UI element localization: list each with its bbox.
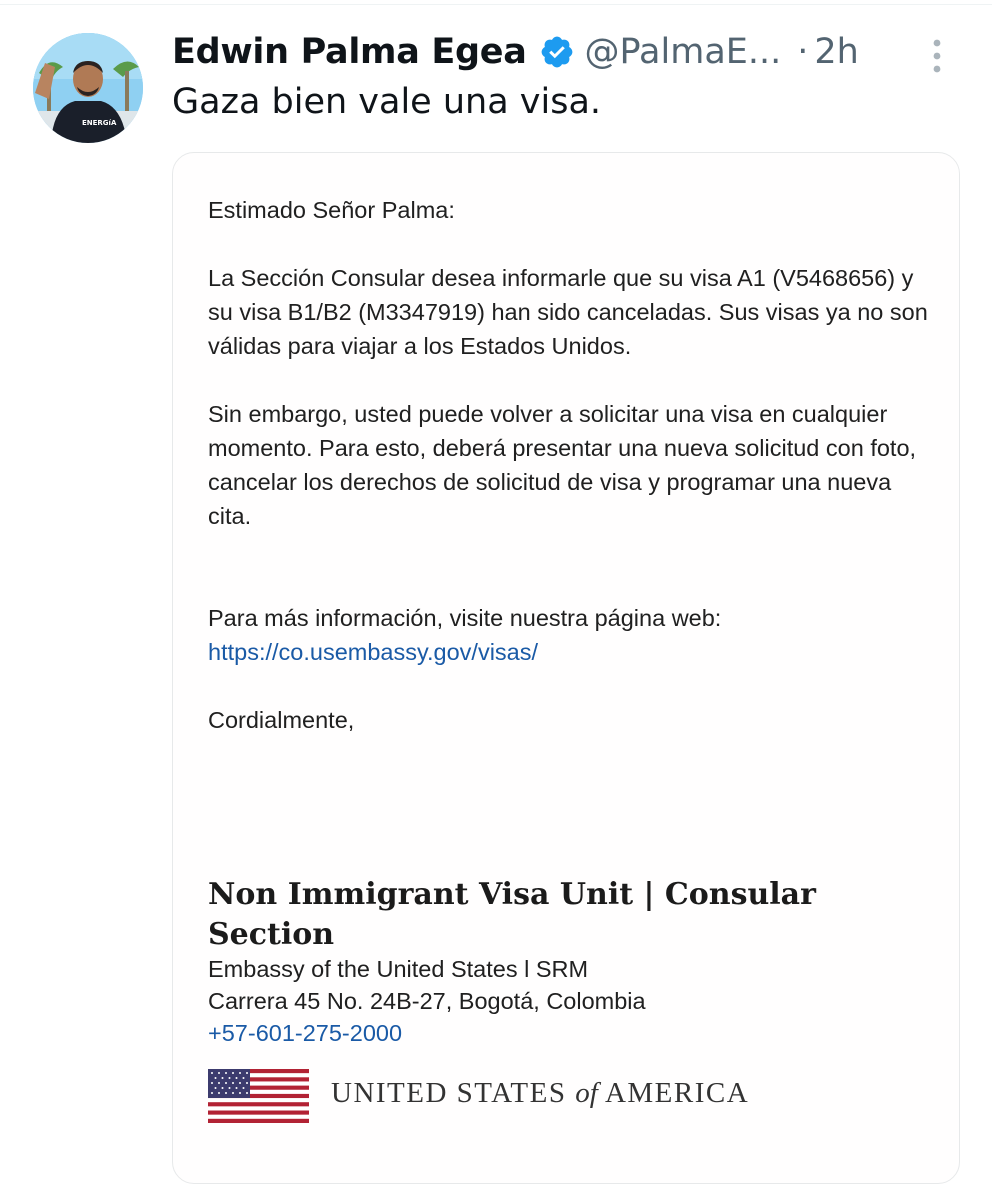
visas-link[interactable]: https://co.usembassy.gov/visas/ xyxy=(208,639,538,665)
letter-info-text: Para más información, visite nuestra pág… xyxy=(208,605,722,631)
author-handle[interactable]: @PalmaE... xyxy=(585,32,782,72)
separator-dot: · xyxy=(797,32,809,72)
signature-details: Embassy of the United States l SRM Carre… xyxy=(208,953,908,1049)
letter-greeting: Estimado Señor Palma: xyxy=(208,197,455,223)
tweet-header: Edwin Palma Egea @PalmaE... · 2h xyxy=(172,26,952,78)
tweet-text: Gaza bien vale una visa. xyxy=(172,82,602,122)
letter-info-link-line: https://co.usembassy.gov/visas/ xyxy=(208,635,938,669)
tweet-media-image[interactable]: Estimado Señor Palma: La Sección Consula… xyxy=(172,152,960,1184)
letter-paragraph-1: La Sección Consular desea informarle que… xyxy=(208,265,928,359)
signature-phone-link[interactable]: +57-601-275-2000 xyxy=(208,1017,908,1049)
tweet-timestamp[interactable]: 2h xyxy=(814,32,858,72)
united-states-wordmark: UNITED STATES of AMERICA xyxy=(331,1077,749,1110)
more-options-icon[interactable] xyxy=(924,36,950,76)
signature-line-embassy: Embassy of the United States l SRM xyxy=(208,956,589,982)
wordmark-united-states: UNITED STATES xyxy=(331,1077,576,1109)
signature-line-address: Carrera 45 No. 24B-27, Bogotá, Colombia xyxy=(208,988,646,1014)
signature-title: Non Immigrant Visa Unit | Consular Secti… xyxy=(208,877,816,952)
author-name[interactable]: Edwin Palma Egea xyxy=(172,32,527,72)
verified-badge-icon[interactable] xyxy=(539,34,575,70)
svg-text:ENERGíA: ENERGíA xyxy=(82,119,117,127)
wordmark-america: AMERICA xyxy=(597,1077,750,1109)
top-divider xyxy=(0,4,992,5)
letter-closing: Cordialmente, xyxy=(208,707,355,733)
letter-body: Estimado Señor Palma: La Sección Consula… xyxy=(208,193,938,737)
author-avatar[interactable]: ENERGíA xyxy=(33,33,143,143)
us-flag-icon xyxy=(208,1069,309,1123)
letter-paragraph-2: Sin embargo, usted puede volver a solici… xyxy=(208,401,917,529)
wordmark-of: of xyxy=(575,1077,598,1109)
